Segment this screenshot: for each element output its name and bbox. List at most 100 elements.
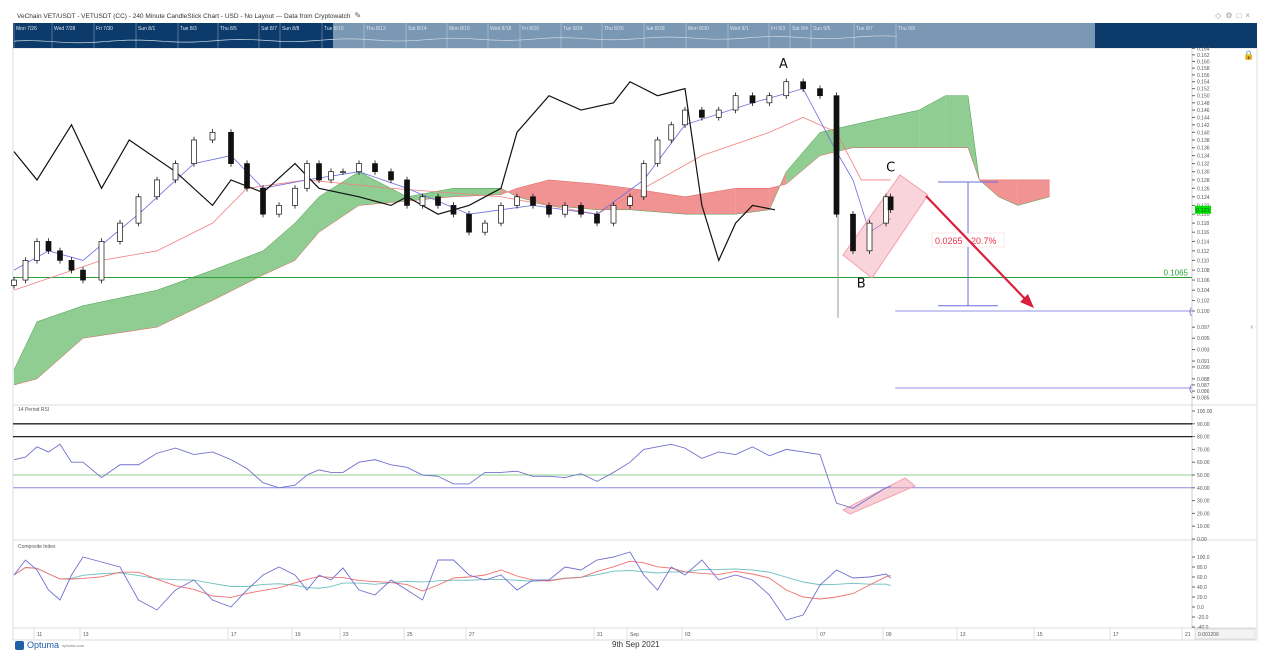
optuma-logo: Optuma optuma.com [15, 640, 84, 650]
level-label: 0.1065 [1164, 269, 1189, 278]
candle-up [328, 171, 334, 181]
time-tick-label: 15 [1037, 632, 1043, 638]
candle-up [562, 205, 568, 215]
candle-up [340, 171, 346, 174]
candle-up [117, 222, 123, 242]
scale-readout: 0.001206 [1198, 632, 1219, 638]
candle-up [98, 241, 105, 281]
price-tick-label: 0.097 [1197, 325, 1210, 331]
navigator-label: Sun 9/5 [813, 26, 830, 32]
candle-down [435, 196, 441, 206]
level-bracket-icon: ( [1189, 306, 1192, 316]
candle-down [800, 81, 806, 90]
rsi-tick-label: 40.00 [1197, 486, 1210, 492]
price-tick-label: 0.124 [1197, 195, 1210, 201]
candle-down [388, 171, 394, 181]
candle-down [817, 88, 823, 97]
time-tick-label: 23 [343, 632, 349, 638]
candle-down [244, 163, 250, 189]
collapse-panel-icon[interactable]: ‹ [1251, 322, 1254, 331]
candle-up [304, 163, 310, 189]
price-tick-label: 0.164 [1197, 46, 1210, 52]
candle-down [530, 196, 536, 206]
price-tick-label: 0.126 [1197, 186, 1210, 192]
rsi-panel-title: 14 Period RSI [18, 407, 49, 413]
candle-up [654, 139, 661, 164]
price-tick-label: 0.130 [1197, 170, 1210, 176]
composite-tick-label: -20.0 [1197, 615, 1209, 621]
brand-name: Optuma [27, 640, 60, 650]
candle-down [466, 213, 472, 233]
navigator-label: Fri 7/30 [96, 26, 113, 32]
navigator-label: Sat 8/28 [646, 26, 665, 32]
price-tick-label: 0.134 [1197, 154, 1210, 160]
candle-up [610, 205, 617, 224]
price-tick-label: 0.160 [1197, 59, 1210, 65]
price-tick-label: 0.095 [1197, 336, 1210, 342]
time-tick-label: 13 [83, 632, 89, 638]
time-tick-label: 21 [1185, 632, 1191, 638]
chart-date: 9th Sep 2021 [612, 640, 660, 649]
candle-up [498, 205, 504, 224]
rsi-tick-label: 80.00 [1197, 435, 1210, 441]
candle-down [833, 95, 840, 215]
optuma-logo-mark [15, 640, 24, 650]
candle-down [68, 260, 75, 271]
price-tick-label: 0.085 [1197, 395, 1210, 401]
price-tick-label: 0.158 [1197, 66, 1210, 72]
candle-up [356, 163, 362, 173]
navigator-label: Mon 7/26 [16, 26, 37, 32]
navigator-label: Sun 8/1 [138, 26, 155, 32]
wave-label-C: C [886, 161, 895, 176]
composite-tick-label: 60.0 [1197, 575, 1207, 581]
price-tick-label: 0.090 [1197, 365, 1210, 371]
candle-up [482, 222, 488, 233]
measure-value: 0.0265 [935, 236, 963, 246]
chart-canvas[interactable]: Mon 7/26 Wed 7/28 Fri 7/30 Sun 8/1 Tue 8/3 Th… [0, 0, 1274, 662]
lock-icon: 🔒 [1243, 50, 1254, 60]
candle-up [34, 241, 40, 261]
price-tick-label: 0.152 [1197, 87, 1210, 93]
navigator-label: Mon 8/16 [449, 26, 470, 32]
chart-frame [12, 47, 1258, 641]
composite-tick-label: 20.0 [1197, 595, 1207, 601]
candle-up [668, 124, 675, 141]
candle-up [22, 260, 29, 281]
price-tick-label: 0.128 [1197, 178, 1210, 184]
cloud-segment-bearish [549, 179, 597, 210]
navigator-label: Tue 8/10 [324, 26, 344, 32]
navigator-label: Thu 9/9 [898, 26, 915, 32]
rsi-tick-label: 60.00 [1197, 460, 1210, 466]
candle-down [450, 205, 457, 215]
price-tick-label: 0.132 [1197, 162, 1210, 168]
candle-up [783, 81, 790, 97]
rsi-tick-label: 100.00 [1197, 409, 1213, 415]
price-tick-label: 0.146 [1197, 108, 1210, 114]
price-tick-label: 0.154 [1197, 80, 1210, 86]
navigator-label: Sat 9/4 [792, 26, 808, 32]
navigator-label: Sat 8/14 [408, 26, 427, 32]
candle-up [172, 163, 179, 181]
wave-label-A: A [779, 57, 788, 72]
candle-down [316, 163, 322, 181]
price-tick-label: 0.156 [1197, 73, 1210, 79]
price-tick-label: 0.144 [1197, 115, 1210, 121]
candle-down [45, 241, 52, 252]
time-tick-label: 17 [1113, 632, 1119, 638]
candle-down [699, 109, 705, 118]
candle-up [627, 196, 633, 206]
cloud-segment-bullish [945, 95, 969, 148]
price-tick-label: 0.087 [1197, 383, 1210, 389]
navigator-label: Tue 9/7 [856, 26, 873, 32]
navigator-bar: Mon 7/26 Wed 7/28 Fri 7/30 Sun 8/1 Tue 8/3 Th… [13, 23, 1257, 48]
candle-up [154, 179, 160, 198]
time-tick-label: 19 [295, 632, 301, 638]
measure-percent: 20.7% [971, 236, 997, 246]
candle-up [135, 196, 142, 224]
price-tick-label: 0.093 [1197, 348, 1210, 354]
price-tick-label: 0.114 [1197, 239, 1209, 245]
candle-up [419, 196, 426, 206]
navigator-label: Fri 8/20 [522, 26, 539, 32]
candle-up [766, 95, 773, 104]
rsi-tick-label: 0.00 [1197, 537, 1207, 543]
